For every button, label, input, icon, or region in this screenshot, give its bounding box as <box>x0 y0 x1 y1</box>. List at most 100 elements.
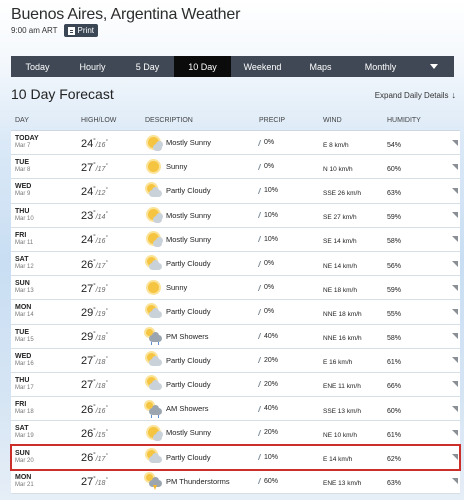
arrow-down-icon: ↓ <box>451 90 457 100</box>
humidity-cell: 55% <box>387 303 443 321</box>
expand-row-button[interactable] <box>443 187 460 194</box>
table-row[interactable]: SAT Mar 19 26°/15° Mostly Sunny 20% NE 1… <box>11 421 460 446</box>
table-row[interactable]: TODAY Mar 7 24°/16° Mostly Sunny 0% E 8 … <box>11 131 460 156</box>
expand-row-button[interactable] <box>443 139 460 146</box>
precip-value: 10% <box>264 235 279 243</box>
expand-row-button[interactable] <box>443 357 460 364</box>
expand-row-button[interactable] <box>443 429 460 436</box>
expand-triangle-icon <box>452 308 458 315</box>
description-text: Partly Cloudy <box>166 452 211 462</box>
tab-weekend[interactable]: Weekend <box>231 56 294 77</box>
print-button[interactable]: Print <box>63 24 98 37</box>
precip-cell: 10% <box>257 235 323 243</box>
day-date: Mar 9 <box>15 191 31 198</box>
wind-cell: SSE 13 km/h <box>323 400 387 418</box>
description-text: Partly Cloudy <box>166 307 211 317</box>
precip-value: 0% <box>264 260 275 268</box>
high-temp: 23° <box>81 210 96 223</box>
high-temp: 27° <box>81 476 96 489</box>
expand-row-button[interactable] <box>443 163 460 170</box>
expand-row-button[interactable] <box>443 236 460 243</box>
day-cell: TUE Mar 8 <box>11 159 81 174</box>
table-row[interactable]: THU Mar 17 27°/18° Partly Cloudy 20% ENE… <box>11 372 460 398</box>
low-temp: /18° <box>95 332 108 343</box>
high-temp: 27° <box>81 355 96 368</box>
precip-value: 60% <box>264 477 279 485</box>
highlow-cell: 27°/18° <box>81 375 145 393</box>
table-row[interactable]: FRI Mar 11 24°/16° Mostly Sunny 10% SE 1… <box>11 227 460 252</box>
forecast-table: DAY HIGH/LOW DESCRIPTION PRECIP WIND HUM… <box>10 110 461 494</box>
expand-daily-details-link[interactable]: Expand Daily Details ↓ <box>375 90 456 100</box>
col-description: DESCRIPTION <box>145 116 193 124</box>
table-row[interactable]: FRI Mar 18 26°/16° AM Showers 40% SSE 13… <box>11 397 460 422</box>
day-name: SUN <box>15 280 30 288</box>
humidity-value: 54% <box>387 141 402 149</box>
tab-5-day[interactable]: 5 Day <box>121 56 174 77</box>
expand-row-button[interactable] <box>443 284 460 291</box>
high-temp: 29° <box>81 331 96 344</box>
table-row[interactable]: SUN Mar 13 27°/19° Sunny 0% NE 18 km/h 5… <box>11 276 460 301</box>
expand-row-button[interactable] <box>443 333 460 340</box>
table-row[interactable]: TUE Mar 15 29°/18° PM Showers 40% NNE 16… <box>11 324 460 349</box>
wind-cell: ENE 13 km/h <box>323 472 387 490</box>
tab-maps[interactable]: Maps <box>294 56 347 77</box>
table-row[interactable]: MON Mar 21 27°/18° PM Thunderstorms 60% … <box>11 469 460 494</box>
low-temp: /14° <box>95 211 108 222</box>
description-cell: PM Thunderstorms <box>145 473 259 491</box>
precip-value: 10% <box>264 211 279 219</box>
humidity-value: 62% <box>387 456 402 464</box>
low-temp: /16° <box>95 139 108 149</box>
humidity-value: 56% <box>387 262 402 270</box>
page-title: Buenos Aires, Argentina Weather <box>11 6 241 23</box>
table-row[interactable]: SUN Mar 20 26°/17° Partly Cloudy 10% E 1… <box>10 444 461 471</box>
print-label: Print <box>77 26 94 35</box>
humidity-cell: 59% <box>387 206 443 224</box>
description-cell: Mostly Sunny <box>145 231 259 248</box>
raindrop-icon <box>257 187 264 194</box>
description-cell: Partly Cloudy <box>145 449 259 465</box>
day-date: Mar 7 <box>15 143 31 150</box>
expand-row-button[interactable] <box>443 478 460 485</box>
tab-hourly[interactable]: Hourly <box>64 56 121 77</box>
wind-value: ENE 11 km/h <box>323 383 361 391</box>
wind-cell: E 14 km/h <box>323 448 387 466</box>
precip-cell: 10% <box>257 211 323 219</box>
low-temp: /12° <box>95 187 108 197</box>
expand-row-button[interactable] <box>443 405 460 412</box>
low-temp: /19° <box>95 284 108 294</box>
expand-row-button[interactable] <box>443 308 460 315</box>
precip-cell: 60% <box>257 477 323 485</box>
day-name: SAT <box>15 425 29 433</box>
expand-row-button[interactable] <box>443 454 460 461</box>
high-temp: 26° <box>81 427 96 440</box>
high-temp: 24° <box>81 185 96 198</box>
humidity-cell: 62% <box>387 448 443 466</box>
humidity-cell: 61% <box>387 424 443 442</box>
table-row[interactable]: SAT Mar 12 26°/17° Partly Cloudy 0% NE 1… <box>11 251 460 277</box>
table-row[interactable]: THU Mar 10 23°/14° Mostly Sunny 10% SE 2… <box>11 203 460 228</box>
precip-cell: 10% <box>257 187 323 194</box>
tab-monthly[interactable]: Monthly <box>347 56 414 77</box>
expand-row-button[interactable] <box>443 381 460 388</box>
tab-today[interactable]: Today <box>11 56 64 77</box>
day-cell: MON Mar 21 <box>11 474 81 489</box>
low-temp: /16° <box>95 236 108 246</box>
expand-row-button[interactable] <box>443 260 460 267</box>
raindrop-icon <box>257 139 264 146</box>
more-tabs-button[interactable] <box>414 56 454 77</box>
day-date: Mar 16 <box>15 360 34 367</box>
description-cell: Partly Cloudy <box>145 376 259 392</box>
table-row[interactable]: WED Mar 9 24°/12° Partly Cloudy 10% SSE … <box>11 179 460 204</box>
table-row[interactable]: TUE Mar 8 27°/17° Sunny 0% N 10 km/h 60% <box>11 155 460 180</box>
tab-10-day[interactable]: 10 Day <box>174 56 231 77</box>
wind-cell: NE 10 km/h <box>323 424 387 442</box>
expand-triangle-icon <box>452 163 458 170</box>
low-temp: /17° <box>95 260 108 270</box>
humidity-value: 59% <box>387 286 402 294</box>
low-temp: /19° <box>95 308 108 318</box>
table-row[interactable]: MON Mar 14 29°/19° Partly Cloudy 0% NNE … <box>11 300 460 325</box>
humidity-value: 63% <box>387 189 402 197</box>
expand-row-button[interactable] <box>443 212 460 219</box>
table-row[interactable]: WED Mar 16 27°/18° Partly Cloudy 20% E 1… <box>11 348 460 373</box>
humidity-cell: 66% <box>387 375 443 393</box>
